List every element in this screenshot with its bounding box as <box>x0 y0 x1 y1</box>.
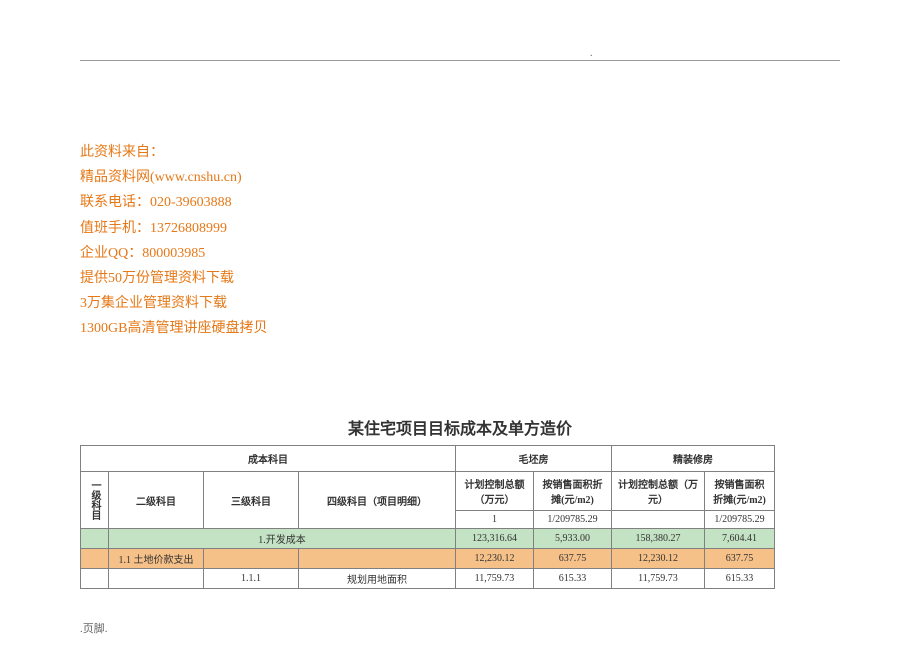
idx-fine-2: 1/209785.29 <box>705 511 775 529</box>
idx-rough-2: 1/209785.29 <box>534 511 612 529</box>
cell-v2: 5,933.00 <box>534 529 612 549</box>
cell-v1: 12,230.12 <box>456 549 534 569</box>
cell-v2: 615.33 <box>534 569 612 589</box>
idx-rough-1: 1 <box>456 511 534 529</box>
cell-lvl2: 1.开发成本 <box>109 529 456 549</box>
cell-lvl3 <box>204 549 299 569</box>
header-fine-house: 精装修房 <box>612 446 775 472</box>
cell-lvl2: 1.1 土地价款支出 <box>109 549 204 569</box>
page-footer: .页脚. <box>80 620 108 636</box>
cell-v4: 615.33 <box>705 569 775 589</box>
cell-v4: 7,604.41 <box>705 529 775 549</box>
cell-v4: 637.75 <box>705 549 775 569</box>
cell-lvl1 <box>81 569 109 589</box>
cell-v3: 11,759.73 <box>612 569 705 589</box>
header-level3: 三级科目 <box>204 472 299 529</box>
cell-v1: 123,316.64 <box>456 529 534 549</box>
header-plan-total-rough: 计划控制总额（万元） <box>456 472 534 511</box>
header-per-area-rough: 按销售面积折摊(元/m2) <box>534 472 612 511</box>
header-rough-house: 毛坯房 <box>456 446 612 472</box>
source-line: 值班手机：13726808999 <box>80 216 267 241</box>
cell-lvl4: 规划用地面积 <box>299 569 456 589</box>
cell-v3: 12,230.12 <box>612 549 705 569</box>
header-level2: 二级科目 <box>109 472 204 529</box>
source-line: 此资料来自： <box>80 140 267 165</box>
source-line: 联系电话：020-39603888 <box>80 190 267 215</box>
table-row: 1.开发成本 123,316.64 5,933.00 158,380.27 7,… <box>81 529 775 549</box>
header-per-area-fine: 按销售面积折摊(元/m2) <box>705 472 775 511</box>
header-cost-subject: 成本科目 <box>81 446 456 472</box>
table-row: 1.1.1 规划用地面积 11,759.73 615.33 11,759.73 … <box>81 569 775 589</box>
source-line: 3万集企业管理资料下载 <box>80 291 267 316</box>
page-dot: . <box>590 48 593 59</box>
header-plan-total-fine: 计划控制总额（万元） <box>612 472 705 511</box>
cell-lvl1 <box>81 549 109 569</box>
source-line: 精品资料网(www.cnshu.cn) <box>80 165 267 190</box>
cell-lvl2 <box>109 569 204 589</box>
document-title: 某住宅项目目标成本及单方造价 <box>0 415 920 439</box>
header-level4: 四级科目（项目明细） <box>299 472 456 529</box>
source-line: 1300GB高清管理讲座硬盘拷贝 <box>80 316 267 341</box>
cell-lvl3: 1.1.1 <box>204 569 299 589</box>
cell-lvl4 <box>299 549 456 569</box>
header-level1: 一级科目 <box>81 472 109 529</box>
top-rule <box>80 60 840 61</box>
cell-v2: 637.75 <box>534 549 612 569</box>
source-info-block: 此资料来自： 精品资料网(www.cnshu.cn) 联系电话：020-3960… <box>80 140 267 342</box>
cell-v1: 11,759.73 <box>456 569 534 589</box>
source-line: 企业QQ：800003985 <box>80 241 267 266</box>
table-row: 1.1 土地价款支出 12,230.12 637.75 12,230.12 63… <box>81 549 775 569</box>
cell-lvl1 <box>81 529 109 549</box>
idx-fine-1 <box>612 511 705 529</box>
cell-v3: 158,380.27 <box>612 529 705 549</box>
source-line: 提供50万份管理资料下载 <box>80 266 267 291</box>
cost-table: 成本科目 毛坯房 精装修房 一级科目 二级科目 三级科目 四级科目（项目明细） … <box>80 445 775 589</box>
